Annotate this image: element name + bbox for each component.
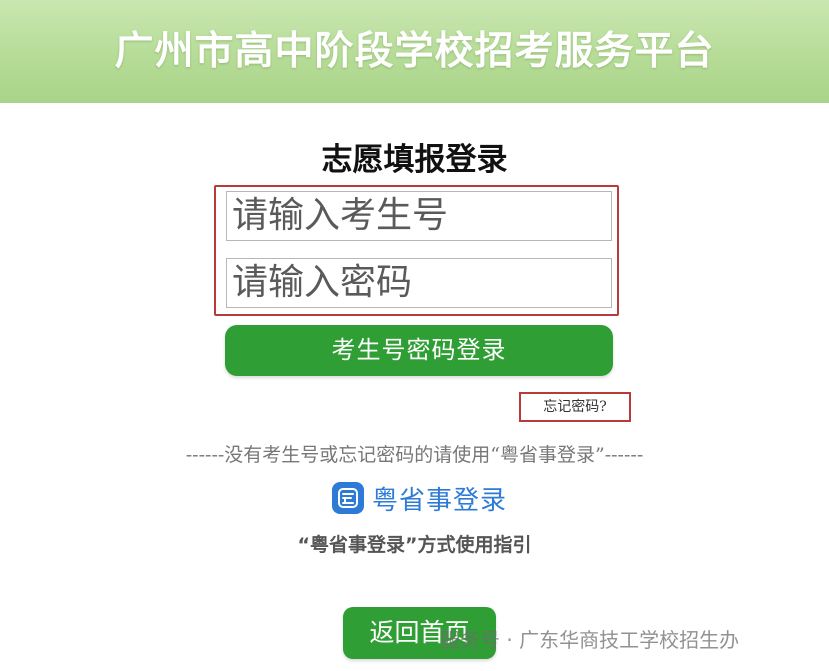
login-heading: 志愿填报登录 xyxy=(321,142,508,178)
forgot-password-link[interactable]: 忘记密码? xyxy=(519,392,631,422)
candidate-login-button[interactable]: 考生号密码登录 xyxy=(225,325,613,376)
login-page: 广州市高中阶段学校招考服务平台 志愿填报登录 请输入考生号 请输入密码 考生号密… xyxy=(0,0,829,671)
yss-logo-icon xyxy=(332,482,364,514)
yss-guide-link[interactable]: “粤省事登录”方式使用指引 xyxy=(0,530,829,557)
watermark-text: 服务号 · 广东华商技工学校招生办 xyxy=(440,628,740,652)
header-banner: 广州市高中阶段学校招考服务平台 xyxy=(0,0,829,103)
yss-hint-text: ------没有考生号或忘记密码的请使用“粤省事登录”------ xyxy=(185,444,644,466)
password-input[interactable]: 请输入密码 xyxy=(226,258,612,308)
yss-login-button[interactable]: 粤省事登录 xyxy=(332,478,507,518)
candidate-number-input[interactable]: 请输入考生号 xyxy=(226,191,612,241)
platform-title: 广州市高中阶段学校招考服务平台 xyxy=(114,28,715,74)
yss-login-label: 粤省事登录 xyxy=(372,485,508,516)
